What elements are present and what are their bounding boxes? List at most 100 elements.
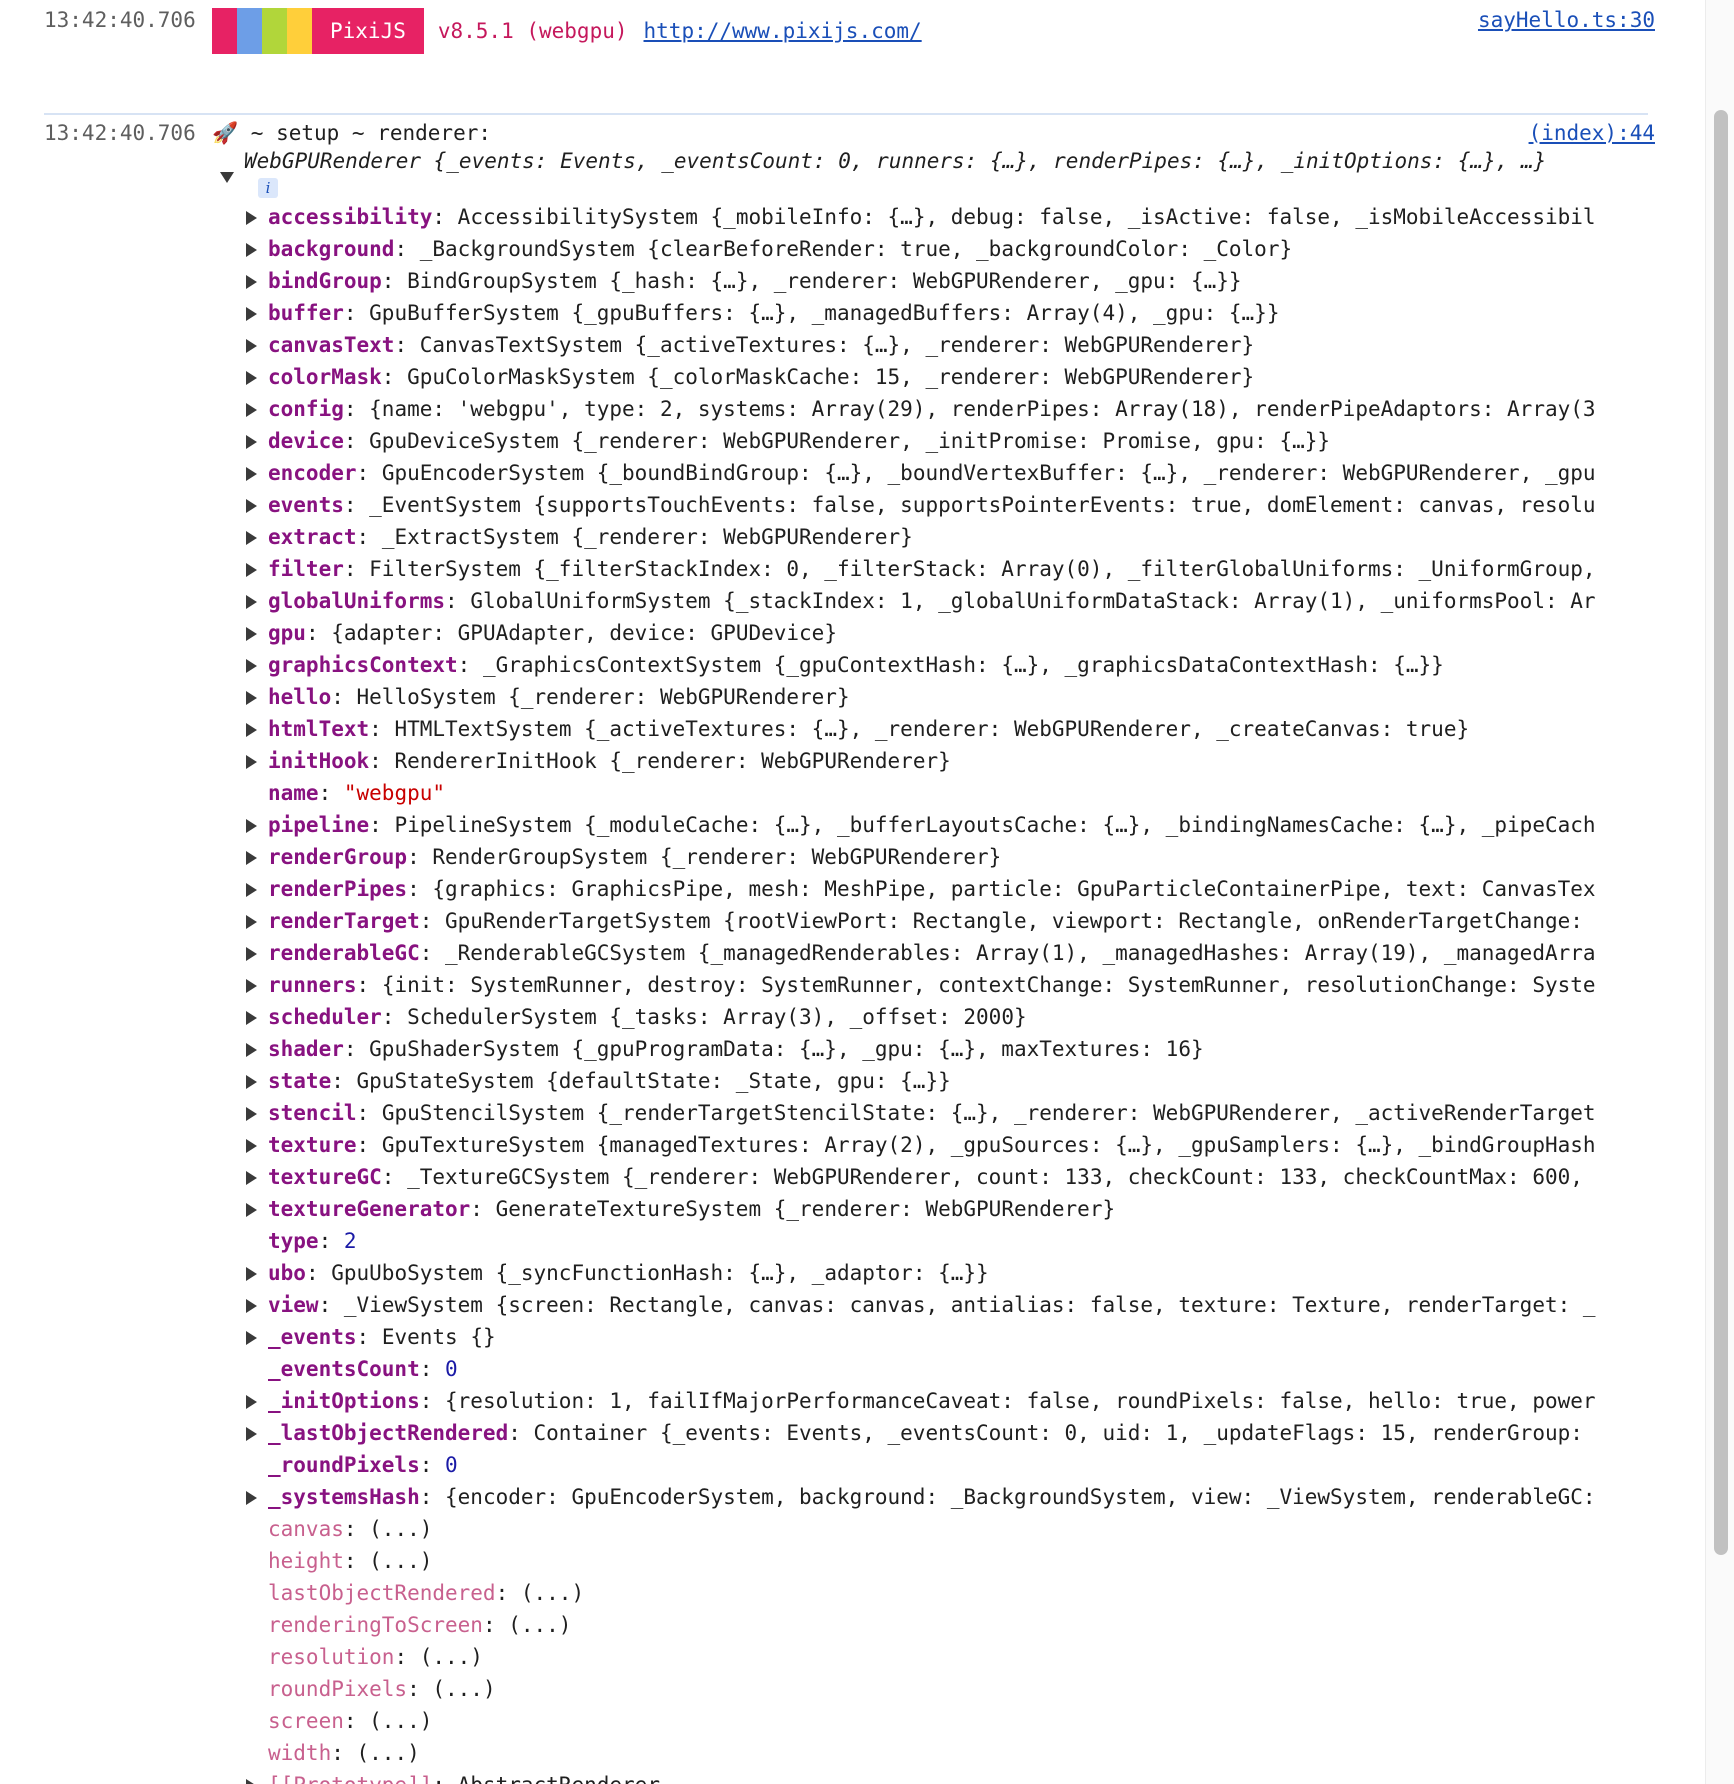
property-key: gpu <box>268 621 306 645</box>
property-row[interactable]: hello: HelloSystem {_renderer: WebGPURen… <box>244 681 1654 713</box>
expand-triangle-icon[interactable] <box>246 467 257 481</box>
expand-triangle-icon[interactable] <box>246 243 257 257</box>
property-row[interactable]: globalUniforms: GlobalUniformSystem {_st… <box>244 585 1654 617</box>
expand-triangle-icon[interactable] <box>220 172 234 183</box>
expand-triangle-icon[interactable] <box>246 1491 257 1505</box>
property-row[interactable]: shader: GpuShaderSystem {_gpuProgramData… <box>244 1033 1654 1065</box>
expand-triangle-icon[interactable] <box>246 403 257 417</box>
property-key: _roundPixels <box>268 1453 420 1477</box>
expand-triangle-icon[interactable] <box>246 947 257 961</box>
property-row[interactable]: texture: GpuTextureSystem {managedTextur… <box>244 1129 1654 1161</box>
property-row[interactable]: graphicsContext: _GraphicsContextSystem … <box>244 649 1654 681</box>
info-icon[interactable]: i <box>258 178 278 198</box>
property-row[interactable]: textureGenerator: GenerateTextureSystem … <box>244 1193 1654 1225</box>
expand-triangle-icon[interactable] <box>246 979 257 993</box>
object-summary[interactable]: WebGPURenderer {_events: Events, _events… <box>244 149 1546 173</box>
banner-swatch-1 <box>212 8 237 54</box>
expand-triangle-icon[interactable] <box>246 1075 257 1089</box>
expand-triangle-icon[interactable] <box>246 883 257 897</box>
property-value: GlobalUniformSystem {_stackIndex: 1, _gl… <box>470 589 1596 613</box>
property-row[interactable]: buffer: GpuBufferSystem {_gpuBuffers: {…… <box>244 297 1654 329</box>
property-key: _lastObjectRendered <box>268 1421 509 1445</box>
expand-triangle-icon[interactable] <box>246 1331 257 1345</box>
property-colon: : <box>419 1485 446 1509</box>
property-row[interactable]: ubo: GpuUboSystem {_syncFunctionHash: {…… <box>244 1257 1654 1289</box>
expand-triangle-icon[interactable] <box>246 563 257 577</box>
expand-triangle-icon[interactable] <box>246 1011 257 1025</box>
pixijs-link[interactable]: http://www.pixijs.com/ <box>644 19 922 43</box>
devtools-console: 13:42:40.706 PixiJS v8.5.1 (webgpu) http… <box>0 0 1705 1784</box>
expand-triangle-icon[interactable] <box>246 627 257 641</box>
property-row[interactable]: textureGC: _TextureGCSystem {_renderer: … <box>244 1161 1654 1193</box>
property-row[interactable]: scheduler: SchedulerSystem {_tasks: Arra… <box>244 1001 1654 1033</box>
property-row[interactable]: _systemsHash: {encoder: GpuEncoderSystem… <box>244 1481 1654 1513</box>
expand-triangle-icon[interactable] <box>246 307 257 321</box>
property-row[interactable]: encoder: GpuEncoderSystem {_boundBindGro… <box>244 457 1654 489</box>
expand-triangle-icon[interactable] <box>246 1779 257 1784</box>
source-link-index[interactable]: (index):44 <box>1529 121 1655 145</box>
property-row[interactable]: state: GpuStateSystem {defaultState: _St… <box>244 1065 1654 1097</box>
property-key: pipeline <box>268 813 370 837</box>
property-row[interactable]: [[Prototype]]: AbstractRenderer <box>244 1769 1654 1784</box>
property-row[interactable]: runners: {init: SystemRunner, destroy: S… <box>244 969 1654 1001</box>
property-row[interactable]: events: _EventSystem {supportsTouchEvent… <box>244 489 1654 521</box>
property-key: _systemsHash <box>268 1485 420 1509</box>
expand-triangle-icon[interactable] <box>246 851 257 865</box>
expand-triangle-icon[interactable] <box>246 1427 257 1441</box>
property-key: encoder <box>268 461 357 485</box>
property-row: width: (...) <box>244 1737 1654 1769</box>
expand-triangle-icon[interactable] <box>246 531 257 545</box>
property-row[interactable]: accessibility: AccessibilitySystem {_mob… <box>244 201 1654 233</box>
expand-triangle-icon[interactable] <box>246 1299 257 1313</box>
expand-triangle-icon[interactable] <box>246 691 257 705</box>
property-row[interactable]: initHook: RendererInitHook {_renderer: W… <box>244 745 1654 777</box>
property-row[interactable]: extract: _ExtractSystem {_renderer: WebG… <box>244 521 1654 553</box>
expand-triangle-icon[interactable] <box>246 755 257 769</box>
property-row[interactable]: renderPipes: {graphics: GraphicsPipe, me… <box>244 873 1654 905</box>
expand-triangle-icon[interactable] <box>246 435 257 449</box>
vertical-scrollbar[interactable] <box>1705 0 1734 1784</box>
property-key: canvasText <box>268 333 395 357</box>
property-row[interactable]: pipeline: PipelineSystem {_moduleCache: … <box>244 809 1654 841</box>
expand-triangle-icon[interactable] <box>246 659 257 673</box>
property-value: PipelineSystem {_moduleCache: {…}, _buff… <box>394 813 1596 837</box>
expand-triangle-icon[interactable] <box>246 1107 257 1121</box>
expand-triangle-icon[interactable] <box>246 1043 257 1057</box>
expand-triangle-icon[interactable] <box>246 339 257 353</box>
property-row[interactable]: renderGroup: RenderGroupSystem {_rendere… <box>244 841 1654 873</box>
property-row[interactable]: bindGroup: BindGroupSystem {_hash: {…}, … <box>244 265 1654 297</box>
expand-triangle-icon[interactable] <box>246 275 257 289</box>
scrollbar-thumb[interactable] <box>1714 110 1728 1555</box>
expand-triangle-icon[interactable] <box>246 1395 257 1409</box>
property-row[interactable]: renderableGC: _RenderableGCSystem {_mana… <box>244 937 1654 969</box>
property-row[interactable]: gpu: {adapter: GPUAdapter, device: GPUDe… <box>244 617 1654 649</box>
expand-triangle-icon[interactable] <box>246 915 257 929</box>
property-row[interactable]: _lastObjectRendered: Container {_events:… <box>244 1417 1654 1449</box>
expand-triangle-icon[interactable] <box>246 1267 257 1281</box>
property-value: Container {_events: Events, _eventsCount… <box>533 1421 1583 1445</box>
property-row[interactable]: _events: Events {} <box>244 1321 1654 1353</box>
property-row[interactable]: renderTarget: GpuRenderTargetSystem {roo… <box>244 905 1654 937</box>
property-row[interactable]: canvasText: CanvasTextSystem {_activeTex… <box>244 329 1654 361</box>
expand-triangle-icon[interactable] <box>246 211 257 225</box>
property-row[interactable]: view: _ViewSystem {screen: Rectangle, ca… <box>244 1289 1654 1321</box>
property-row[interactable]: colorMask: GpuColorMaskSystem {_colorMas… <box>244 361 1654 393</box>
expand-triangle-icon[interactable] <box>246 1171 257 1185</box>
property-row[interactable]: device: GpuDeviceSystem {_renderer: WebG… <box>244 425 1654 457</box>
expand-triangle-icon[interactable] <box>246 371 257 385</box>
property-row[interactable]: background: _BackgroundSystem {clearBefo… <box>244 233 1654 265</box>
property-row[interactable]: filter: FilterSystem {_filterStackIndex:… <box>244 553 1654 585</box>
expand-triangle-icon[interactable] <box>246 819 257 833</box>
property-row[interactable]: config: {name: 'webgpu', type: 2, system… <box>244 393 1654 425</box>
property-row[interactable]: htmlText: HTMLTextSystem {_activeTexture… <box>244 713 1654 745</box>
expand-triangle-icon[interactable] <box>246 1139 257 1153</box>
source-link-sayhello[interactable]: sayHello.ts:30 <box>1478 8 1655 32</box>
property-value: {name: 'webgpu', type: 2, systems: Array… <box>369 397 1596 421</box>
property-key: renderPipes <box>268 877 408 901</box>
property-row[interactable]: _initOptions: {resolution: 1, failIfMajo… <box>244 1385 1654 1417</box>
expand-triangle-icon[interactable] <box>246 723 257 737</box>
property-row[interactable]: stencil: GpuStencilSystem {_renderTarget… <box>244 1097 1654 1129</box>
expand-triangle-icon[interactable] <box>246 595 257 609</box>
expand-triangle-icon[interactable] <box>246 499 257 513</box>
expand-triangle-icon[interactable] <box>246 1203 257 1217</box>
